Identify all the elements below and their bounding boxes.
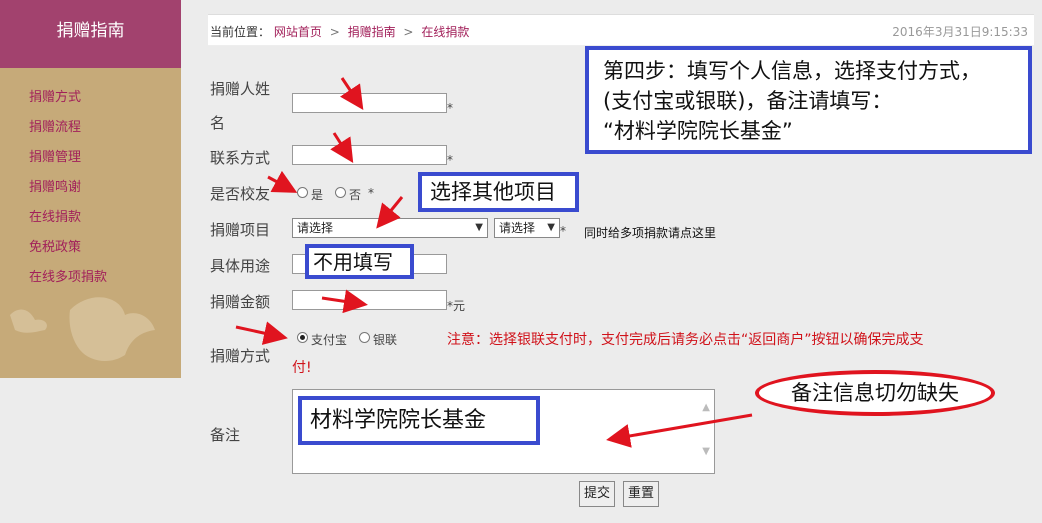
breadcrumb-bar: 当前位置： 网站首页 > 捐赠指南 > 在线捐款 2016年3月31日9:15:… [208,14,1034,46]
dove-decoration-icon [10,297,155,362]
chevron-down-icon: ▼ [547,222,555,233]
sidebar-item-online-donation[interactable]: 在线捐款 [29,206,81,225]
sidebar-item-donation-process[interactable]: 捐赠流程 [29,116,81,135]
method-alipay-label: 支付宝 [311,333,348,347]
method-unionpay-label: 银联 [373,333,398,347]
breadcrumb-separator: > [329,25,340,39]
sidebar-item-donation-methods[interactable]: 捐赠方式 [29,86,81,105]
scroll-down-icon[interactable]: ▼ [702,446,710,457]
alumni-label: 是否校友 [210,185,271,203]
project-label: 捐赠项目 [210,221,271,239]
sidebar-item-tax-exemption[interactable]: 免税政策 [29,236,81,255]
donor-name-required-mark: * [447,101,453,115]
memo-content-annotation: 材料学院院长基金 [298,396,540,445]
project-required-mark: * [560,224,566,238]
current-datetime: 2016年3月31日9:15:33 [892,25,1028,39]
alumni-required-mark: * [368,186,374,200]
breadcrumb-prefix: 当前位置： [210,25,271,39]
project-select[interactable]: 请选择 ▼ [292,218,488,238]
alumni-yes-radio[interactable] [297,187,308,198]
amount-input[interactable] [292,290,447,310]
donor-name-label-line2: 名 [210,114,226,132]
purpose-label: 具体用途 [210,257,271,275]
contact-label: 联系方式 [210,149,271,167]
memo-label: 备注 [210,426,241,444]
arrow-to-method-icon [235,321,288,345]
step4-annotation-line1: 第四步：填写个人信息，选择支付方式， [603,59,981,83]
breadcrumb-home-link[interactable]: 网站首页 [274,25,322,39]
method-unionpay-radio[interactable] [359,332,370,343]
no-fill-annotation: 不用填写 [305,244,414,279]
step4-annotation: 第四步：填写个人信息，选择支付方式， (支付宝或银联)，备注请填写： “材料学院… [585,46,1032,154]
multi-project-link[interactable]: 同时给多项捐款请点这里 [584,224,716,241]
sidebar-item-donation-thanks[interactable]: 捐赠鸣谢 [29,176,81,195]
step4-annotation-line3: “材料学院院长基金” [603,119,793,143]
step4-annotation-line2: (支付宝或银联)，备注请填写： [603,89,893,113]
project-sub-select[interactable]: 请选择 ▼ [494,218,560,238]
scroll-up-icon[interactable]: ▲ [702,402,710,413]
project-sub-select-value: 请选择 [499,221,536,235]
alumni-no-label: 否 [349,188,362,202]
breadcrumb: 当前位置： 网站首页 > 捐赠指南 > 在线捐款 [210,23,469,40]
alumni-yes-label: 是 [311,188,324,202]
breadcrumb-online-donation-link[interactable]: 在线捐款 [421,25,469,39]
unionpay-notice-line1: 注意：选择银联支付时，支付完成后请务必点击“返回商户”按钮以确保完成支 [447,332,924,348]
reset-button[interactable]: 重置 [623,481,659,507]
contact-required-mark: * [447,153,453,167]
contact-input[interactable] [292,145,447,165]
unionpay-notice-line2: 付! [292,360,312,376]
project-select-value: 请选择 [297,221,334,235]
memo-warning-annotation: 备注信息切勿缺失 [755,370,995,416]
arrow-to-alumni-icon [267,170,298,193]
unionpay-notice: 注意：选择银联支付时，支付完成后请务必点击“返回商户”按钮以确保完成支 付! [292,326,1015,376]
sidebar-title: 捐赠指南 [0,0,181,68]
amount-label: 捐赠金额 [210,293,271,311]
method-alipay-radio[interactable] [297,332,308,343]
submit-button[interactable]: 提交 [579,481,615,507]
alumni-no-radio[interactable] [335,187,346,198]
choose-other-annotation: 选择其他项目 [418,172,579,212]
donor-name-input[interactable] [292,93,447,113]
donor-name-label-line1: 捐赠人姓 [210,80,271,98]
sidebar: 捐赠指南 捐赠方式 捐赠流程 捐赠管理 捐赠鸣谢 在线捐款 免税政策 在线多项捐… [0,0,181,378]
chevron-down-icon: ▼ [475,222,483,233]
amount-unit: *元 [447,299,466,313]
breadcrumb-guide-link[interactable]: 捐赠指南 [348,25,396,39]
method-label: 捐赠方式 [210,347,271,365]
sidebar-item-donation-management[interactable]: 捐赠管理 [29,146,81,165]
breadcrumb-separator: > [403,25,414,39]
